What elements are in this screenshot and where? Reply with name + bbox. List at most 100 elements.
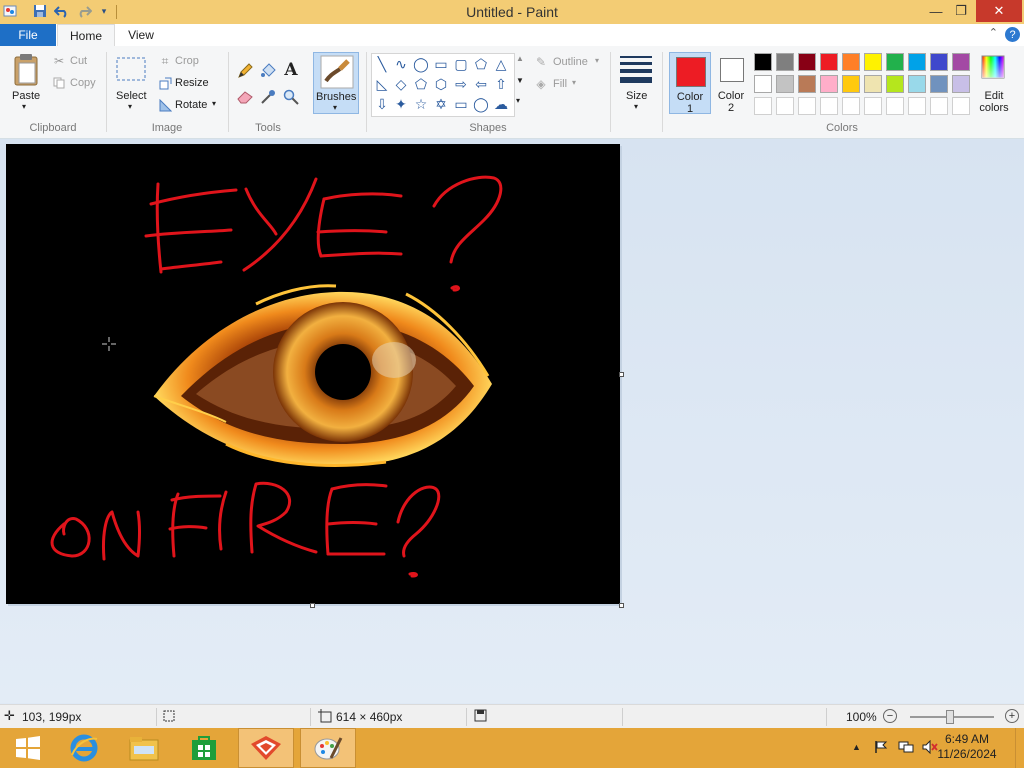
up-arrow-shape-icon[interactable]: ⇧: [492, 75, 510, 93]
fill-label[interactable]: Fill: [553, 78, 567, 90]
triangle-shape-icon[interactable]: △: [492, 55, 510, 73]
custom-color-slot[interactable]: [798, 97, 816, 115]
diamond-shape-icon[interactable]: ◇: [392, 75, 410, 93]
custom-color-slot[interactable]: [952, 97, 970, 115]
custom-color-slot[interactable]: [886, 97, 904, 115]
palette-swatch[interactable]: [798, 75, 816, 93]
six-point-star-shape-icon[interactable]: ✡: [432, 95, 450, 113]
drawing-canvas[interactable]: [6, 144, 620, 604]
rounded-callout-shape-icon[interactable]: ▭: [452, 95, 470, 113]
palette-swatch[interactable]: [930, 75, 948, 93]
oval-shape-icon[interactable]: ◯: [412, 55, 430, 73]
down-arrow-shape-icon[interactable]: ⇩: [373, 95, 391, 113]
brushes-button[interactable]: Brushes ▾: [313, 52, 359, 114]
palette-swatch[interactable]: [776, 53, 794, 71]
zoom-slider-thumb[interactable]: [946, 710, 954, 724]
paste-label[interactable]: Paste: [12, 90, 40, 102]
custom-color-slot[interactable]: [864, 97, 882, 115]
paste-dropdown-icon[interactable]: ▾: [22, 102, 26, 111]
outline-label[interactable]: Outline: [553, 56, 588, 68]
help-icon[interactable]: ?: [1005, 27, 1020, 42]
crop-icon[interactable]: ⌗: [158, 54, 172, 68]
right-arrow-shape-icon[interactable]: ⇨: [452, 75, 470, 93]
copy-icon[interactable]: [52, 76, 66, 90]
rounded-rectangle-shape-icon[interactable]: ▢: [452, 55, 470, 73]
curve-shape-icon[interactable]: ∿: [392, 55, 410, 73]
canvas-resize-handle-bottom[interactable]: [310, 603, 315, 608]
fill-icon[interactable]: ◈: [534, 77, 548, 91]
palette-swatch[interactable]: [798, 53, 816, 71]
edit-colors-icon[interactable]: [980, 54, 1006, 80]
canvas-resize-handle-right[interactable]: [619, 372, 624, 377]
show-desktop-button[interactable]: [1015, 728, 1024, 768]
fill-bucket-icon[interactable]: [259, 62, 277, 80]
cloud-callout-shape-icon[interactable]: ☁: [492, 95, 510, 113]
custom-color-slot[interactable]: [820, 97, 838, 115]
five-point-star-shape-icon[interactable]: ☆: [412, 95, 430, 113]
tab-file[interactable]: File: [0, 24, 56, 46]
four-point-star-shape-icon[interactable]: ✦: [392, 95, 410, 113]
cut-label[interactable]: Cut: [70, 55, 87, 67]
paint-app-icon[interactable]: [2, 3, 18, 19]
tab-home[interactable]: Home: [57, 24, 115, 47]
canvas-resize-handle-corner[interactable]: [619, 603, 624, 608]
taskbar-file-explorer[interactable]: [116, 728, 172, 768]
palette-swatch[interactable]: [842, 75, 860, 93]
taskbar-app[interactable]: [238, 728, 294, 768]
line-shape-icon[interactable]: ╲: [373, 55, 391, 73]
taskbar-store[interactable]: [176, 728, 232, 768]
polygon-shape-icon[interactable]: ⬠: [472, 55, 490, 73]
edit-colors-label-line2[interactable]: colors: [976, 102, 1012, 114]
oval-callout-shape-icon[interactable]: ◯: [472, 95, 490, 113]
crop-label[interactable]: Crop: [175, 55, 199, 67]
select-label[interactable]: Select: [116, 90, 147, 102]
action-center-flag-icon[interactable]: [874, 740, 888, 757]
customize-quick-access-icon[interactable]: ▾: [96, 3, 112, 19]
redo-icon[interactable]: [76, 3, 92, 19]
palette-swatch[interactable]: [930, 53, 948, 71]
tray-expand-icon[interactable]: ▲: [852, 742, 861, 752]
cut-icon[interactable]: ✂: [52, 54, 66, 68]
palette-swatch[interactable]: [820, 53, 838, 71]
left-arrow-shape-icon[interactable]: ⇦: [472, 75, 490, 93]
rotate-dropdown-icon[interactable]: ▾: [212, 99, 216, 108]
rectangle-shape-icon[interactable]: ▭: [432, 55, 450, 73]
size-label[interactable]: Size: [626, 90, 647, 102]
resize-label[interactable]: Resize: [175, 77, 209, 89]
shapes-scroll-up-icon[interactable]: ▲: [516, 54, 524, 63]
custom-color-slot[interactable]: [842, 97, 860, 115]
size-lines-icon[interactable]: [620, 56, 652, 83]
palette-swatch[interactable]: [754, 53, 772, 71]
color-picker-icon[interactable]: [259, 88, 277, 106]
close-button[interactable]: ✕: [976, 0, 1022, 22]
shapes-scroll-down-icon[interactable]: ▼: [516, 76, 524, 85]
edit-colors-label-line1[interactable]: Edit: [978, 90, 1010, 102]
rotate-label[interactable]: Rotate: [175, 99, 207, 111]
select-dropdown-icon[interactable]: ▾: [128, 102, 132, 111]
copy-label[interactable]: Copy: [70, 77, 96, 89]
palette-swatch[interactable]: [864, 53, 882, 71]
custom-color-slot[interactable]: [930, 97, 948, 115]
restore-button[interactable]: ❐: [946, 0, 976, 22]
palette-swatch[interactable]: [908, 53, 926, 71]
fill-dropdown-icon[interactable]: ▾: [572, 78, 576, 87]
outline-icon[interactable]: ✎: [534, 55, 548, 69]
taskbar-paint[interactable]: [300, 728, 356, 768]
custom-color-slot[interactable]: [908, 97, 926, 115]
outline-dropdown-icon[interactable]: ▾: [595, 56, 599, 65]
palette-swatch[interactable]: [842, 53, 860, 71]
taskbar-internet-explorer[interactable]: [56, 728, 112, 768]
shapes-more-icon[interactable]: ▾: [516, 96, 520, 105]
collapse-ribbon-icon[interactable]: ⌃: [989, 26, 998, 39]
start-button[interactable]: [0, 728, 56, 768]
palette-swatch[interactable]: [886, 75, 904, 93]
pentagon-shape-icon[interactable]: ⬠: [412, 75, 430, 93]
system-clock[interactable]: 6:49 AM 11/26/2024: [932, 732, 1002, 762]
tab-view[interactable]: View: [118, 24, 164, 46]
palette-swatch[interactable]: [952, 53, 970, 71]
right-triangle-shape-icon[interactable]: ◺: [373, 75, 391, 93]
zoom-in-button[interactable]: +: [1005, 709, 1019, 723]
palette-swatch[interactable]: [952, 75, 970, 93]
palette-swatch[interactable]: [754, 75, 772, 93]
palette-swatch[interactable]: [820, 75, 838, 93]
